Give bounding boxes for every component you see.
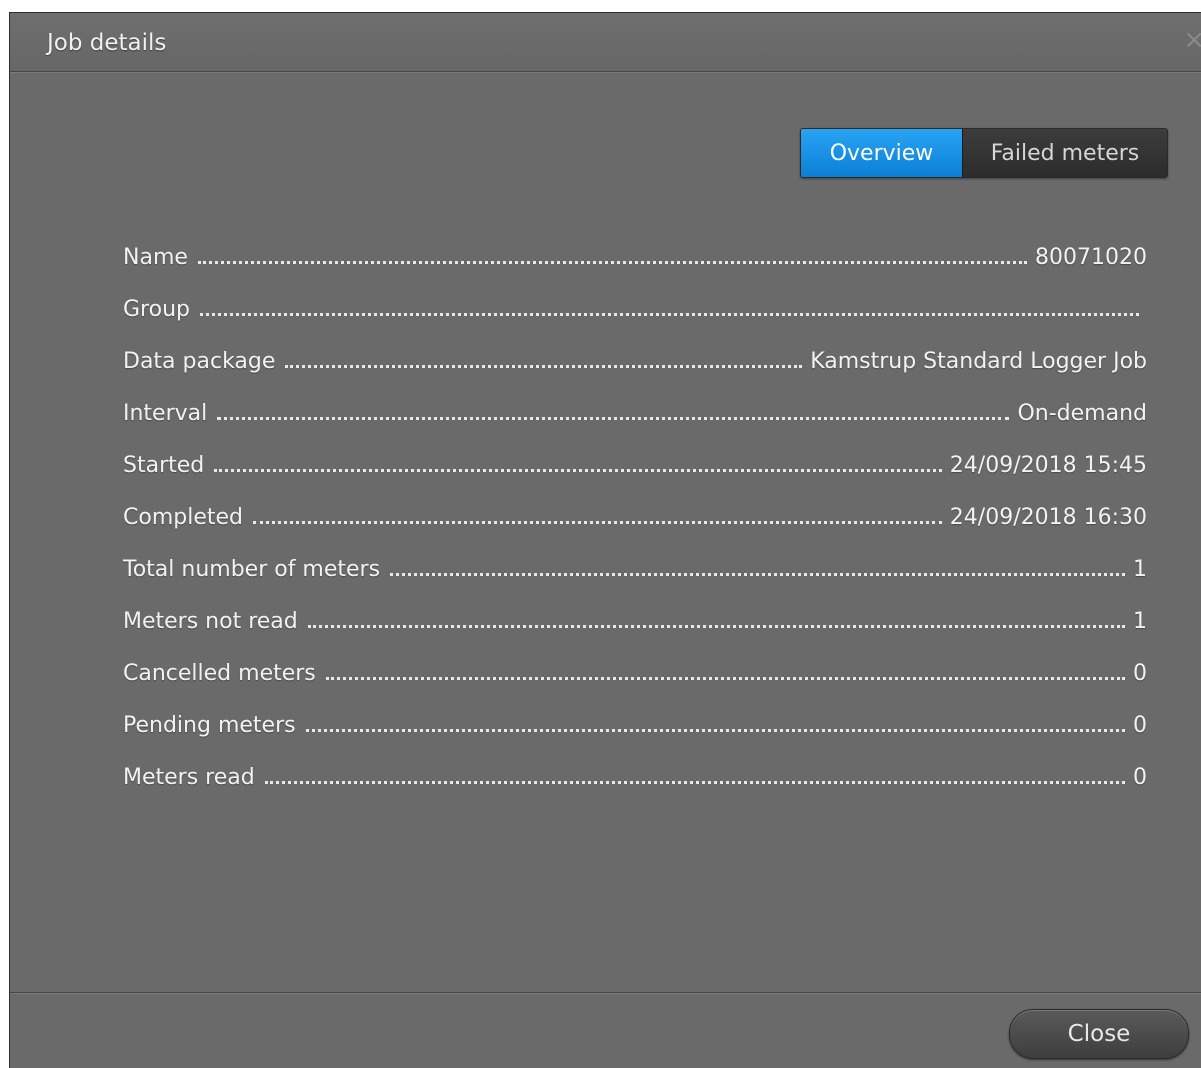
dialog-titlebar: Job details × [10, 13, 1201, 72]
detail-label: Completed [123, 505, 243, 530]
detail-row-interval: Interval On-demand [123, 374, 1147, 426]
detail-row-total-meters: Total number of meters 1 [123, 530, 1147, 582]
detail-value: 0 [1133, 661, 1147, 686]
detail-row-name: Name 80071020 [123, 218, 1147, 270]
detail-value: 1 [1133, 557, 1147, 582]
dot-leader [214, 469, 942, 472]
details-list: Name 80071020 Group Data package Kamstru… [123, 218, 1147, 790]
detail-label: Data package [123, 349, 276, 374]
close-icon[interactable]: × [1183, 27, 1201, 53]
detail-label: Meters read [123, 765, 255, 790]
dialog-footer: Close [10, 992, 1201, 1068]
dot-leader [217, 417, 1010, 420]
detail-value: On-demand [1017, 401, 1147, 426]
dot-leader [199, 313, 1139, 316]
dot-leader [197, 261, 1028, 264]
dot-leader [305, 729, 1125, 732]
tab-failed-meters[interactable]: Failed meters [963, 129, 1167, 177]
detail-value: Kamstrup Standard Logger Job [810, 349, 1147, 374]
detail-value: 0 [1133, 765, 1147, 790]
detail-row-meters-not-read: Meters not read 1 [123, 582, 1147, 634]
detail-value: 1 [1133, 609, 1147, 634]
detail-label: Group [123, 297, 190, 322]
detail-row-started: Started 24/09/2018 15:45 [123, 426, 1147, 478]
detail-value: 80071020 [1035, 245, 1147, 270]
detail-label: Meters not read [123, 609, 298, 634]
dot-leader [285, 365, 803, 368]
detail-row-completed: Completed 24/09/2018 16:30 [123, 478, 1147, 530]
detail-label: Started [123, 453, 205, 478]
detail-label: Cancelled meters [123, 661, 316, 686]
dialog-title: Job details [47, 30, 167, 56]
detail-label: Pending meters [123, 713, 296, 738]
detail-label: Interval [123, 401, 208, 426]
detail-label: Total number of meters [123, 557, 381, 582]
dot-leader [253, 521, 942, 524]
detail-value: 24/09/2018 15:45 [949, 453, 1147, 478]
detail-value: 24/09/2018 16:30 [949, 505, 1147, 530]
detail-row-cancelled-meters: Cancelled meters 0 [123, 634, 1147, 686]
job-details-dialog: Job details × Overview Failed meters Nam… [9, 12, 1201, 1068]
dot-leader [264, 781, 1125, 784]
view-tabs: Overview Failed meters [800, 128, 1168, 178]
detail-label: Name [123, 245, 188, 270]
dot-leader [390, 573, 1125, 576]
dot-leader [307, 625, 1125, 628]
dot-leader [325, 677, 1125, 680]
detail-row-pending-meters: Pending meters 0 [123, 686, 1147, 738]
tab-overview[interactable]: Overview [801, 129, 963, 177]
detail-value: 0 [1133, 713, 1147, 738]
close-button[interactable]: Close [1009, 1009, 1189, 1059]
detail-row-group: Group [123, 270, 1147, 322]
detail-row-data-package: Data package Kamstrup Standard Logger Jo… [123, 322, 1147, 374]
detail-row-meters-read: Meters read 0 [123, 738, 1147, 790]
